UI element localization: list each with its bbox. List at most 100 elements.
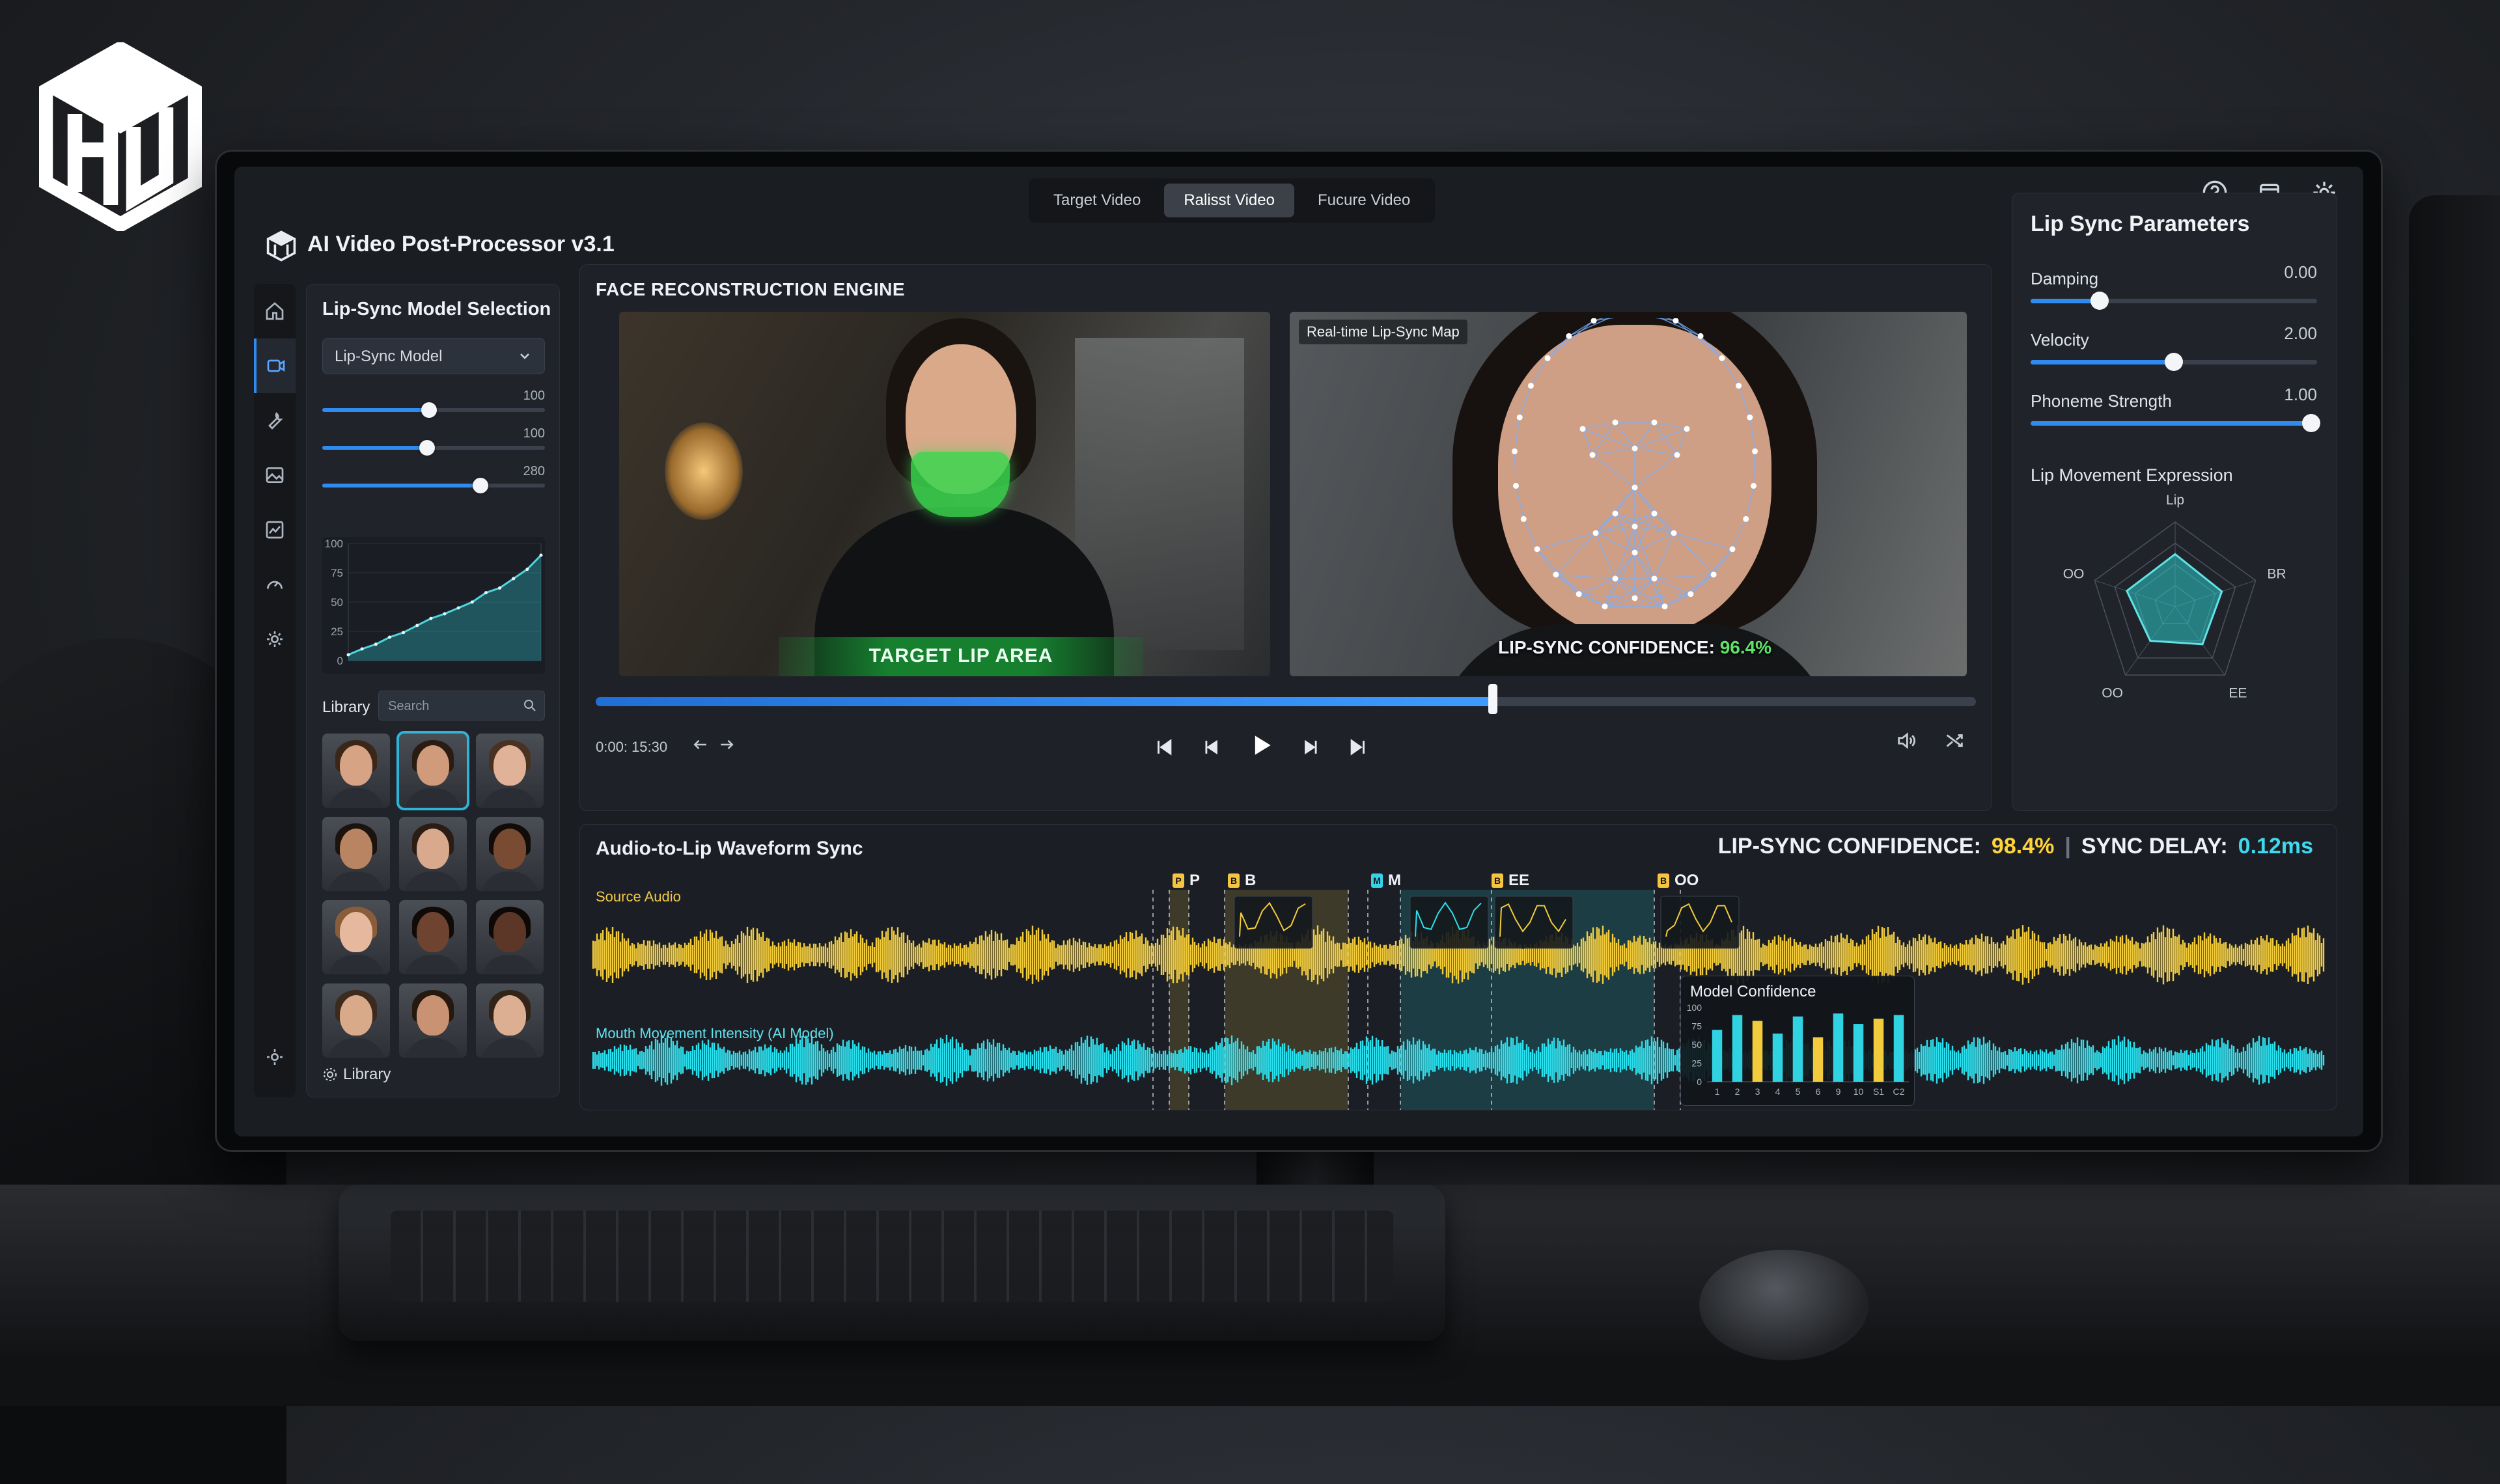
- mesh-edge: [1530, 357, 1548, 387]
- shuffle-icon[interactable]: [1943, 730, 1965, 752]
- face-thumbnail[interactable]: [399, 900, 467, 974]
- phoneme-marker[interactable]: PP: [1173, 872, 1200, 890]
- nav-video[interactable]: [254, 338, 296, 393]
- timeline-scrubber[interactable]: [1488, 684, 1497, 714]
- play-button[interactable]: [1247, 731, 1275, 763]
- param-velocity-label: Velocity: [2031, 330, 2089, 350]
- phoneme-marker[interactable]: BB: [1228, 872, 1256, 890]
- face-thumbnail[interactable]: [396, 731, 469, 810]
- param-velocity-fill: [2031, 360, 2174, 364]
- face-thumbnail[interactable]: [322, 734, 390, 808]
- param-phoneme-handle[interactable]: [2302, 414, 2321, 432]
- lip-sync-model-select[interactable]: Lip-Sync Model: [322, 338, 545, 374]
- app-screen: AI Video Post-Processor v3.1 Target Vide…: [234, 167, 2363, 1136]
- chart-point: [470, 600, 474, 604]
- tab-ralisst-video[interactable]: Ralisst Video: [1164, 184, 1294, 217]
- param-velocity-handle[interactable]: [2165, 353, 2183, 371]
- phoneme-band: [1169, 890, 1189, 1110]
- mesh-landmark: [1719, 355, 1725, 361]
- step-forward-icon[interactable]: [1300, 736, 1322, 758]
- param-damping-handle[interactable]: [2090, 292, 2109, 310]
- step-back-icon[interactable]: [1200, 736, 1222, 758]
- confidence-bar: [1812, 1037, 1824, 1082]
- target-video-frame[interactable]: TARGET LIP AREA: [619, 312, 1270, 676]
- mesh-landmark: [1632, 523, 1638, 530]
- sync-delay-label: SYNC DELAY:: [2081, 834, 2228, 859]
- face-shoulders: [327, 872, 385, 891]
- nav-images[interactable]: [254, 448, 296, 502]
- model-slider-1-handle[interactable]: [421, 402, 438, 418]
- chart-point: [512, 577, 516, 581]
- mesh-edge: [1555, 574, 1616, 579]
- nav-settings[interactable]: [254, 612, 296, 666]
- face-thumbnail[interactable]: [399, 983, 467, 1058]
- confidence-bar: [1833, 1013, 1844, 1082]
- face-thumbnail[interactable]: [322, 983, 390, 1058]
- volume-icon[interactable]: [1895, 730, 1917, 752]
- arrow-left-icon[interactable]: [691, 735, 710, 754]
- chart-point: [360, 647, 364, 651]
- nav-performance[interactable]: [254, 557, 296, 612]
- face-thumbnail[interactable]: [476, 983, 544, 1058]
- library-footer[interactable]: Library: [322, 1065, 391, 1084]
- model-slider-2[interactable]: 100: [322, 426, 545, 459]
- chart-point: [429, 616, 433, 620]
- face-thumbnail[interactable]: [322, 900, 390, 974]
- model-slider-1[interactable]: 100: [322, 389, 545, 421]
- mesh-landmark: [1516, 414, 1523, 420]
- tab-target-video[interactable]: Target Video: [1034, 184, 1160, 217]
- sync-status: LIP-SYNC CONFIDENCE: 98.4% | SYNC DELAY:…: [1718, 834, 2313, 859]
- face-thumbnail[interactable]: [476, 900, 544, 974]
- sync-confidence-value: 98.4%: [1991, 834, 2055, 859]
- mesh-landmark: [1612, 419, 1618, 426]
- library-search-input[interactable]: Search: [378, 691, 545, 721]
- model-slider-3[interactable]: 280: [322, 464, 545, 497]
- mesh-edge: [1634, 448, 1678, 456]
- mesh-edge: [1555, 574, 1579, 595]
- video-icon: [267, 359, 285, 372]
- phoneme-marker[interactable]: B OO: [1658, 872, 1699, 890]
- confidence-bar: [1712, 1030, 1723, 1082]
- phoneme-preview-box: [1494, 896, 1574, 949]
- face-thumbnail[interactable]: [476, 817, 544, 891]
- arrow-right-icon[interactable]: [717, 735, 736, 754]
- param-phoneme-strength[interactable]: Phoneme Strength 1.00: [2031, 385, 2321, 443]
- target-lip-area-label: TARGET LIP AREA: [779, 637, 1143, 676]
- face-thumbnail[interactable]: [322, 817, 390, 891]
- lip-sync-map-frame[interactable]: Real-time Lip-Sync Map LIP-SYNC CONFIDEN…: [1290, 312, 1967, 676]
- phoneme-marker[interactable]: MM: [1371, 872, 1401, 890]
- param-damping[interactable]: Damping 0.00: [2031, 262, 2317, 321]
- model-slider-2-handle[interactable]: [419, 440, 435, 456]
- target-lip-mask: [911, 452, 1010, 517]
- mesh-landmark: [1684, 426, 1690, 432]
- home-icon: [266, 302, 284, 320]
- nav-preferences[interactable]: [254, 1030, 296, 1084]
- tab-fucure-video[interactable]: Fucure Video: [1298, 184, 1430, 217]
- model-slider-3-value: 280: [523, 464, 545, 478]
- face-shoulders: [481, 955, 538, 974]
- mesh-landmark: [1729, 546, 1736, 553]
- face-thumbnail[interactable]: [476, 734, 544, 808]
- video-timeline[interactable]: [596, 684, 1976, 714]
- param-velocity[interactable]: Velocity 2.00: [2031, 323, 2317, 382]
- keyboard-keys: [391, 1211, 1393, 1302]
- skip-end-icon[interactable]: [1347, 736, 1369, 758]
- nav-analytics[interactable]: [254, 502, 296, 557]
- phoneme-marker[interactable]: B EE: [1492, 872, 1529, 890]
- skip-start-icon[interactable]: [1153, 736, 1175, 758]
- mesh-landmark: [1710, 571, 1717, 578]
- model-slider-3-handle[interactable]: [472, 478, 488, 493]
- mesh-landmark: [1589, 452, 1596, 458]
- mesh-landmark: [1688, 591, 1694, 598]
- nav-home[interactable]: [254, 284, 296, 338]
- confidence-tick-label: 25: [1691, 1058, 1702, 1069]
- waveform-canvas[interactable]: [580, 890, 2337, 1110]
- mesh-landmark: [1612, 575, 1618, 582]
- face-thumbnail[interactable]: [399, 817, 467, 891]
- waveform-sync-panel: Audio-to-Lip Waveform Sync LIP-SYNC CONF…: [579, 824, 2337, 1110]
- phoneme-pin: B: [1492, 873, 1503, 888]
- nav-tools[interactable]: [254, 393, 296, 448]
- chart-tick-label: 25: [331, 625, 343, 638]
- mouth-movement-label: Mouth Movement Intensity (AI Model): [596, 1025, 834, 1041]
- engine-label: FACE RECONSTRUCTION ENGINE: [596, 279, 906, 299]
